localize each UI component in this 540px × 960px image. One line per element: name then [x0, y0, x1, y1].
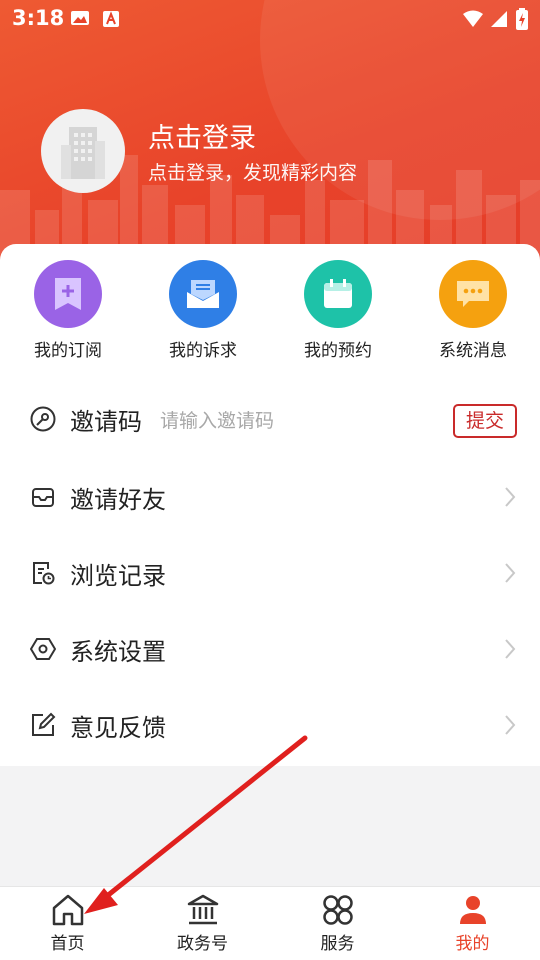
wifi-icon — [463, 10, 483, 27]
app-notification-icon — [103, 11, 119, 27]
quick-action-subscriptions[interactable]: 我的订阅 — [8, 260, 128, 361]
submit-invite-button[interactable]: 提交 — [453, 404, 517, 438]
chevron-right-icon — [505, 715, 516, 735]
nav-services[interactable]: 服务 — [270, 887, 405, 960]
quick-action-appeals[interactable]: 我的诉求 — [143, 260, 263, 361]
nav-label: 首页 — [50, 934, 85, 954]
profile-card: 我的订阅 我的诉求 我的预约 系统消息 邀请码 请输入邀请码 提交 邀请好友 浏… — [0, 244, 540, 766]
menu-item-history[interactable]: 浏览记录 — [0, 536, 540, 612]
inbox-icon — [32, 488, 54, 507]
nav-me[interactable]: 我的 — [405, 887, 540, 960]
menu-item-feedback[interactable]: 意见反馈 — [0, 688, 540, 764]
gallery-notification-icon — [71, 11, 89, 25]
chevron-right-icon — [505, 563, 516, 583]
nav-label: 政务号 — [177, 934, 228, 954]
edit-icon — [32, 712, 56, 736]
menu-item-label: 邀请好友 — [70, 486, 166, 514]
battery-icon — [516, 8, 528, 30]
login-subtitle[interactable]: 点击登录，发现精彩内容 — [148, 158, 357, 185]
quick-action-label: 我的订阅 — [34, 341, 102, 361]
menu-item-settings[interactable]: 系统设置 — [0, 612, 540, 688]
home-icon — [52, 894, 83, 926]
mail-tray-icon — [169, 260, 237, 328]
settings-hexagon-icon — [30, 638, 56, 660]
chevron-right-icon — [505, 487, 516, 507]
nav-label: 我的 — [455, 934, 490, 954]
status-time: 3:18 — [12, 6, 65, 30]
cell-signal-icon — [491, 11, 507, 27]
building-placeholder-icon — [61, 127, 105, 179]
quick-action-messages[interactable]: 系统消息 — [413, 260, 533, 361]
status-bar: 3:18 — [0, 0, 540, 36]
calendar-icon — [304, 260, 372, 328]
person-icon — [459, 896, 486, 924]
nav-home[interactable]: 首页 — [0, 887, 135, 960]
login-title[interactable]: 点击登录 — [148, 116, 256, 155]
services-grid-icon — [322, 895, 353, 925]
key-circle-icon — [30, 406, 56, 432]
menu-item-label: 浏览记录 — [70, 562, 166, 590]
message-bubble-icon — [439, 260, 507, 328]
nav-label: 服务 — [320, 934, 355, 954]
nav-government-accounts[interactable]: 政务号 — [135, 887, 270, 960]
avatar[interactable] — [41, 109, 125, 193]
quick-action-label: 我的诉求 — [169, 341, 237, 361]
bottom-navigation: 首页 政务号 服务 我的 — [0, 886, 540, 960]
quick-action-appointments[interactable]: 我的预约 — [278, 260, 398, 361]
invite-code-input[interactable]: 请输入邀请码 — [160, 406, 274, 433]
invite-code-label: 邀请码 — [70, 408, 142, 436]
quick-action-label: 系统消息 — [439, 341, 507, 361]
government-building-icon — [187, 894, 218, 925]
quick-action-label: 我的预约 — [304, 341, 372, 361]
bookmark-plus-icon — [34, 260, 102, 328]
menu-item-label: 系统设置 — [70, 638, 166, 666]
chevron-right-icon — [505, 639, 516, 659]
quick-actions: 我的订阅 我的诉求 我的预约 系统消息 — [0, 260, 540, 361]
menu-item-label: 意见反馈 — [70, 714, 166, 742]
menu-item-invite-friends[interactable]: 邀请好友 — [0, 460, 540, 536]
history-doc-icon — [33, 562, 55, 585]
